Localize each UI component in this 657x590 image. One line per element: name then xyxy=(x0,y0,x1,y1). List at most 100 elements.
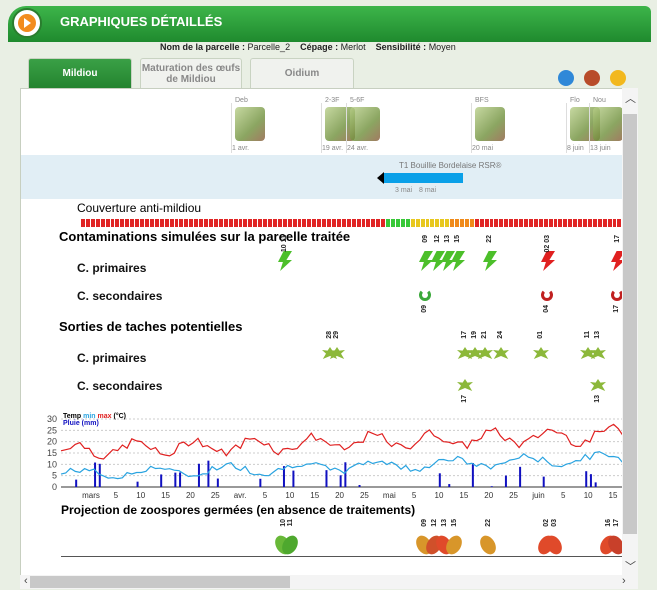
x-tick: 15 xyxy=(161,491,170,500)
bulb-check-icon[interactable] xyxy=(610,70,626,86)
rain-bar xyxy=(259,478,262,487)
spot-day: 21 xyxy=(481,331,488,339)
pen-check-icon[interactable] xyxy=(558,70,574,86)
x-tick: 10 xyxy=(285,491,294,500)
tab-maturation[interactable]: Maturation des œufs de Mildiou xyxy=(140,58,242,88)
contamination-day: 15 xyxy=(454,235,461,243)
rain-bar xyxy=(339,475,342,487)
contamination-day: 09 xyxy=(422,235,429,243)
x-tick: 15 xyxy=(609,491,618,500)
bottle-check-icon[interactable] xyxy=(584,70,600,86)
spot-day: 13 xyxy=(594,331,601,339)
rain-bar xyxy=(448,484,451,487)
spots-primary-label: C. primaires xyxy=(77,351,147,365)
x-tick: 5 xyxy=(561,491,566,500)
rain-bar xyxy=(519,466,522,487)
contamination-day: 22 xyxy=(486,235,493,243)
secondary-day: 17 xyxy=(613,305,620,313)
rain-bar xyxy=(98,463,101,487)
contamination-day: 13 xyxy=(444,235,451,243)
tab-oidium[interactable]: Oidium xyxy=(250,58,354,88)
stage-date: 8 juin xyxy=(567,145,584,152)
horizontal-scroll-thumb[interactable] xyxy=(30,576,290,588)
scroll-right-icon[interactable]: › xyxy=(622,575,626,587)
zoospore-day: 03 xyxy=(551,519,558,527)
rain-bar xyxy=(136,481,139,487)
stage-date: 24 avr. xyxy=(347,145,369,152)
treatment-date-start: 3 mai xyxy=(395,187,413,194)
rain-bar xyxy=(589,474,592,487)
chart-panel: Deb 1 avr. 2-3F 19 avr. 5-6F 24 avr. BFS 20 mai… xyxy=(20,88,624,577)
rain-bar xyxy=(292,470,295,487)
rain-bar xyxy=(216,478,219,487)
vertical-scrollbar[interactable]: ︿ ﹀ xyxy=(622,88,638,575)
stage-date: 13 juin xyxy=(590,145,611,152)
spot-day: 01 xyxy=(537,331,544,339)
zoospore-day: 10 xyxy=(280,519,287,527)
rain-bar xyxy=(325,470,328,487)
rain-bar xyxy=(490,486,493,487)
stage-date: 20 mai xyxy=(472,145,494,152)
y-tick: 15 xyxy=(47,448,57,458)
zoospore-day: 11 xyxy=(287,519,294,527)
contamination-day: 02 03 xyxy=(544,235,551,253)
contamination-bolt-icon xyxy=(541,251,555,271)
x-tick: 15 xyxy=(310,491,319,500)
contam-secondary-label: C. secondaires xyxy=(77,289,163,303)
stage-code: 5-6F xyxy=(350,97,365,104)
x-tick: 5 xyxy=(114,491,119,500)
vertical-scroll-thumb[interactable] xyxy=(623,114,637,534)
rain-bar xyxy=(179,472,182,487)
x-tick: 5 xyxy=(263,491,268,500)
x-tick: 15 xyxy=(459,491,468,500)
stage-vine-icon xyxy=(593,107,623,141)
spot-day: 29 xyxy=(333,331,340,339)
y-tick: 10 xyxy=(47,459,57,469)
secondary-spot-icon xyxy=(590,379,606,391)
y-tick: 0 xyxy=(52,482,57,492)
horizontal-scrollbar[interactable]: ‹ › xyxy=(20,575,638,589)
spot-day: 28 xyxy=(326,331,333,339)
contamination-day: 17 xyxy=(614,235,621,243)
x-tick: 25 xyxy=(360,491,369,500)
rain-bar xyxy=(358,485,361,487)
coverage-bar xyxy=(81,219,623,227)
spots-secondary-label: C. secondaires xyxy=(77,379,163,393)
scroll-down-icon[interactable]: ﹀ xyxy=(625,558,636,574)
contamination-day: 10 11 xyxy=(281,235,288,253)
secondary-spot-day: 13 xyxy=(594,395,601,403)
stage-code: 2-3F xyxy=(325,97,340,104)
secondary-day: 09 xyxy=(421,305,428,313)
treatment-band: T1 Bouillie Bordelaise RSR® 3 mai 8 mai xyxy=(21,155,623,199)
x-tick: 10 xyxy=(584,491,593,500)
stage-date: 1 avr. xyxy=(232,145,250,152)
x-tick: 10 xyxy=(136,491,145,500)
coverage-title: Couverture anti-mildiou xyxy=(77,201,202,215)
spot-day: 17 xyxy=(461,331,468,339)
secondary-contamination-icon xyxy=(541,289,553,301)
rain-bar xyxy=(75,479,78,487)
x-tick: 10 xyxy=(435,491,444,500)
treatment-date-end: 8 mai xyxy=(419,187,437,194)
rain-bar xyxy=(585,471,588,487)
spot-day: 11 xyxy=(584,331,591,339)
contamination-day: 12 xyxy=(434,235,441,243)
y-tick: 5 xyxy=(52,471,57,481)
parcel-info: Nom de la parcelle : Parcelle_2 Cépage :… xyxy=(160,42,456,52)
y-tick: 30 xyxy=(47,414,57,424)
page-title: GRAPHIQUES DÉTAILLÉS xyxy=(60,14,223,29)
scroll-left-icon[interactable]: ‹ xyxy=(24,575,28,587)
x-tick: 25 xyxy=(509,491,518,500)
contam-primary-label: C. primaires xyxy=(77,261,147,275)
scroll-up-icon[interactable]: ︿ xyxy=(625,90,636,106)
rain-bar xyxy=(160,474,163,487)
tab-mildiou[interactable]: Mildiou xyxy=(28,58,132,88)
temp-min-line xyxy=(60,451,623,480)
zoospore-day: 09 xyxy=(421,519,428,527)
contamination-title: Contaminations simulées sur la parcelle … xyxy=(59,229,351,244)
rain-bar xyxy=(471,462,474,487)
zoospore-day: 02 xyxy=(543,519,550,527)
weather-legend: Temp min max (°C) Pluie (mm) xyxy=(63,413,127,427)
secondary-day: 04 xyxy=(543,305,550,313)
zoospore-day: 13 xyxy=(441,519,448,527)
